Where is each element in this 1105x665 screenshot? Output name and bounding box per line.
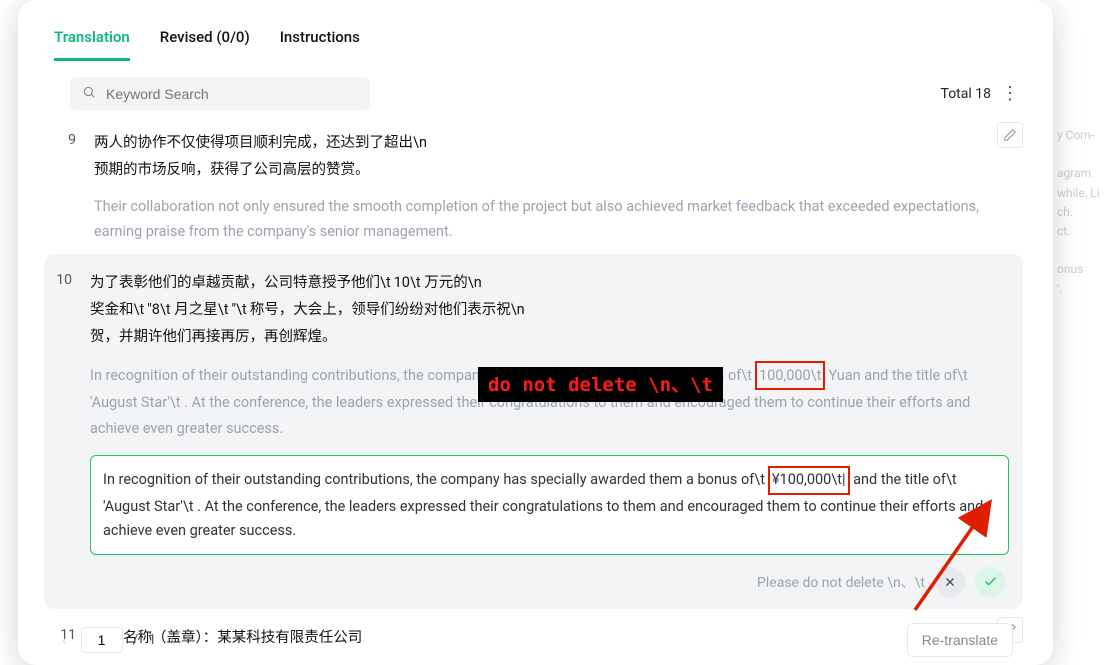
page-total: 1 [148, 632, 156, 648]
retranslate-button[interactable]: Re-translate [907, 623, 1013, 657]
source-text: 为了表彰他们的卓越贡献，公司特意授予他们\t 10\t 万元的\n 奖金和\t … [90, 270, 1009, 350]
translation-panel: Translation Revised (0/0) Instructions T… [18, 0, 1053, 665]
bg-cutoff-text: y Com- agram while, Li ch. ct. onus '. [1057, 104, 1105, 625]
source-text: 两人的协作不仅使得项目顺利完成，还达到了超出\n 预期的市场反响，获得了公司高层… [94, 130, 1023, 184]
pager: ‹ / 1 › [58, 627, 179, 653]
tab-instructions[interactable]: Instructions [280, 28, 360, 61]
annotation-badge: do not delete \n、\t [478, 367, 723, 402]
edit-translation-textarea[interactable]: In recognition of their outstanding cont… [90, 455, 1009, 555]
cancel-button[interactable] [935, 567, 965, 597]
page-input[interactable] [81, 627, 123, 653]
more-menu-icon[interactable]: ⋮ [1001, 83, 1019, 104]
translation-text: Their collaboration not only ensured the… [94, 194, 1023, 245]
edit-button[interactable] [997, 122, 1023, 148]
translation-row-active: 10 为了表彰他们的卓越贡献，公司特意授予他们\t 10\t 万元的\n 奖金和… [44, 254, 1023, 608]
total-count: Total 18 ⋮ [941, 83, 1019, 104]
search-input[interactable] [104, 85, 358, 103]
row-number: 9 [48, 130, 76, 244]
tab-translation[interactable]: Translation [54, 28, 130, 61]
search-box[interactable] [70, 77, 370, 110]
highlight-edited: ¥100,000\t| [768, 466, 850, 495]
highlight-original: 100,000\t [755, 361, 825, 390]
next-page-button[interactable]: › [166, 631, 179, 649]
tab-revised[interactable]: Revised (0/0) [160, 28, 250, 61]
prev-page-button[interactable]: ‹ [58, 631, 71, 649]
search-icon [82, 84, 96, 103]
translation-row: 9 两人的协作不仅使得项目顺利完成，还达到了超出\n 预期的市场反响，获得了公司… [48, 120, 1023, 254]
accept-button[interactable] [975, 567, 1005, 597]
tabs: Translation Revised (0/0) Instructions [18, 0, 1053, 61]
delete-hint: Please do not delete \n、\t [757, 572, 925, 592]
page-sep: / [133, 632, 139, 648]
row-number: 10 [44, 270, 72, 596]
